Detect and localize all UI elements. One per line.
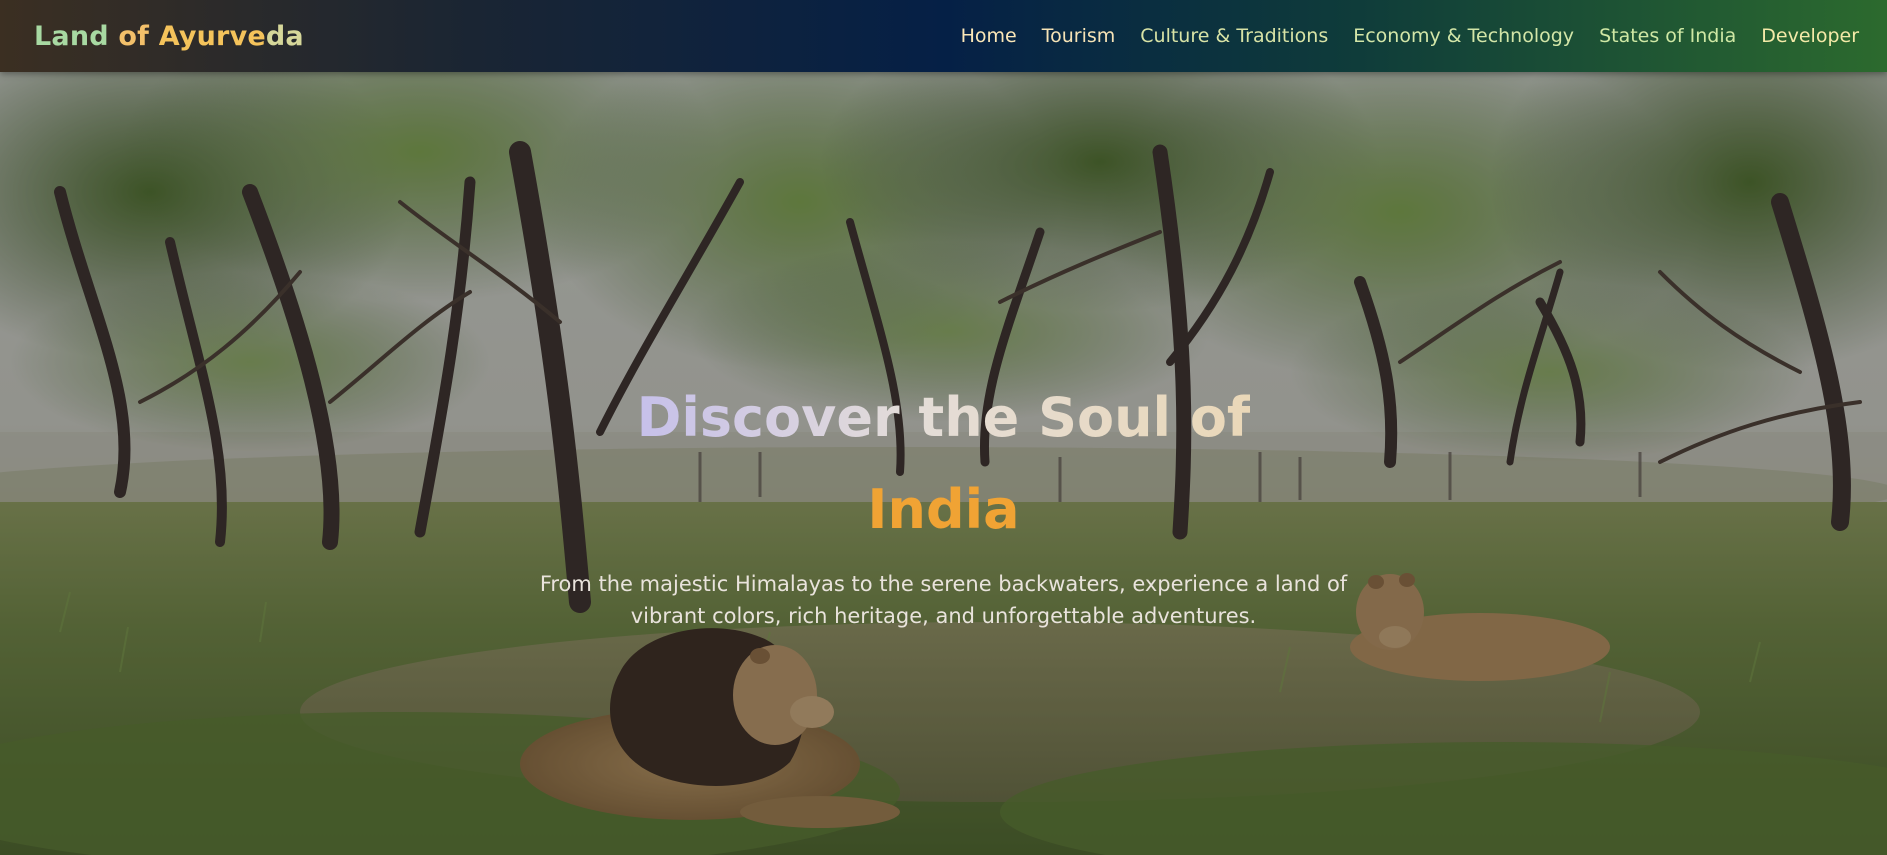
nav-link-states-of-india[interactable]: States of India [1599, 25, 1736, 47]
page: Land of Ayurveda Home Tourism Culture & … [0, 0, 1887, 855]
nav-link-tourism[interactable]: Tourism [1042, 25, 1116, 47]
hero-title: Discover the Soul of [637, 372, 1251, 464]
hero-title-highlight: India [867, 478, 1020, 541]
main-nav: Home Tourism Culture & Traditions Econom… [961, 25, 1859, 47]
navbar: Land of Ayurveda Home Tourism Culture & … [0, 0, 1887, 72]
hero-section: Discover the Soul of India From the maje… [0, 72, 1887, 855]
nav-link-economy-technology[interactable]: Economy & Technology [1353, 25, 1574, 47]
hero-content: Discover the Soul of India From the maje… [0, 372, 1887, 632]
hero-subtitle: From the majestic Himalayas to the seren… [539, 572, 1348, 628]
logo-word-of: of [118, 20, 150, 52]
nav-link-developer[interactable]: Developer [1761, 25, 1859, 47]
site-logo[interactable]: Land of Ayurveda [34, 21, 304, 52]
logo-word-ayurveda: Ayurveda [158, 20, 304, 52]
logo-word-land: Land [34, 20, 109, 52]
nav-link-home[interactable]: Home [961, 25, 1017, 47]
nav-link-culture-traditions[interactable]: Culture & Traditions [1140, 25, 1328, 47]
